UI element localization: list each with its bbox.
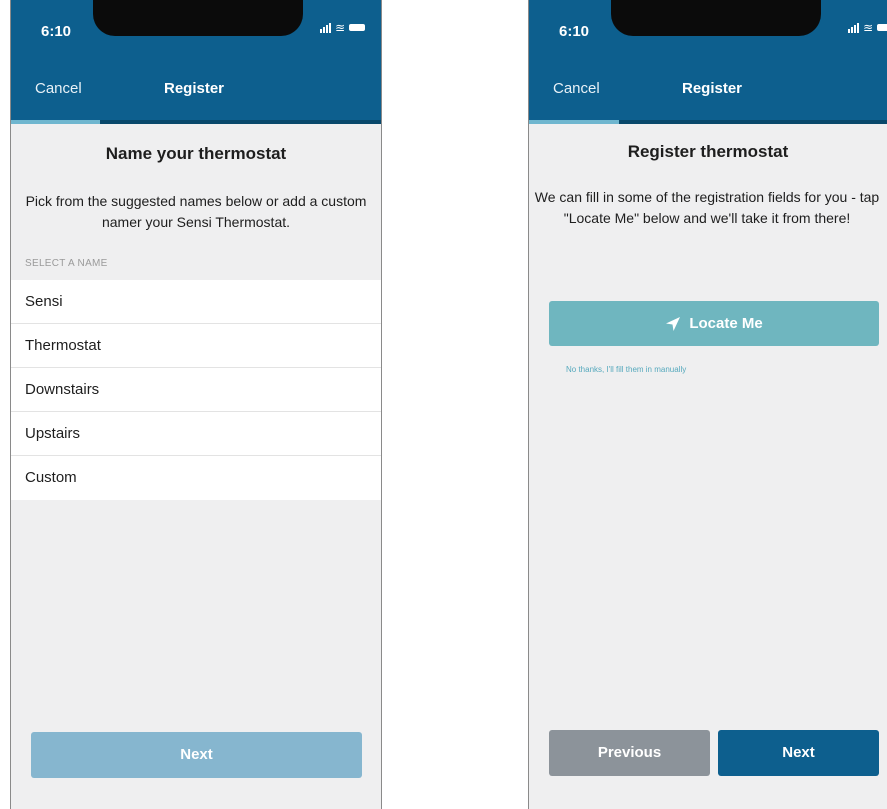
progress-bar [529,120,887,124]
phone-screen-register-thermostat: 6:10 ≊ Cancel Register Register thermost… [528,0,887,809]
status-time: 6:10 [41,23,72,40]
phone-screen-name-thermostat: 6:10 ≊ Cancel Register Name your thermos… [10,0,382,809]
fill-manually-link[interactable]: No thanks, I'll fill them in manually [566,365,686,374]
status-bar: 6:10 ≊ [11,0,381,60]
status-icons: ≊ [847,20,887,35]
name-option-custom[interactable]: Custom [11,456,381,500]
page-description: We can fill in some of the registration … [534,189,880,226]
cancel-button[interactable]: Cancel [35,80,82,97]
wifi-icon: ≊ [334,20,345,35]
previous-button[interactable]: Previous [549,730,710,776]
progress-fill [529,120,619,124]
cancel-button[interactable]: Cancel [553,80,600,97]
progress-fill [11,120,100,124]
signal-icon [847,22,859,33]
nav-bar: Cancel Register [11,60,381,124]
nav-title: Register [164,80,225,97]
notch [93,0,303,36]
section-label: SELECT A NAME [25,258,108,269]
next-button[interactable]: Next [31,732,362,778]
battery-icon [349,24,365,31]
page-title: Register thermostat [627,142,789,161]
wifi-icon: ≊ [862,20,873,35]
status-time: 6:10 [559,23,590,40]
status-icons: ≊ [319,20,365,35]
nav-title: Register [682,80,743,97]
progress-bar [11,120,381,124]
locate-me-button[interactable]: Locate Me [549,301,879,346]
next-button[interactable]: Next [718,730,879,776]
notch [611,0,821,36]
locate-me-label: Locate Me [689,315,763,332]
name-option-downstairs[interactable]: Downstairs [11,368,381,412]
name-list: Sensi Thermostat Downstairs Upstairs Cus… [11,280,381,500]
page-title: Name your thermostat [105,144,287,163]
nav-bar: Cancel Register [529,60,887,124]
signal-icon [319,22,331,33]
name-option-thermostat[interactable]: Thermostat [11,324,381,368]
name-option-upstairs[interactable]: Upstairs [11,412,381,456]
page-description: Pick from the suggested names below or a… [25,193,367,230]
battery-icon [877,24,887,31]
location-arrow-icon [666,316,681,331]
status-bar: 6:10 ≊ [529,0,887,60]
name-option-sensi[interactable]: Sensi [11,280,381,324]
